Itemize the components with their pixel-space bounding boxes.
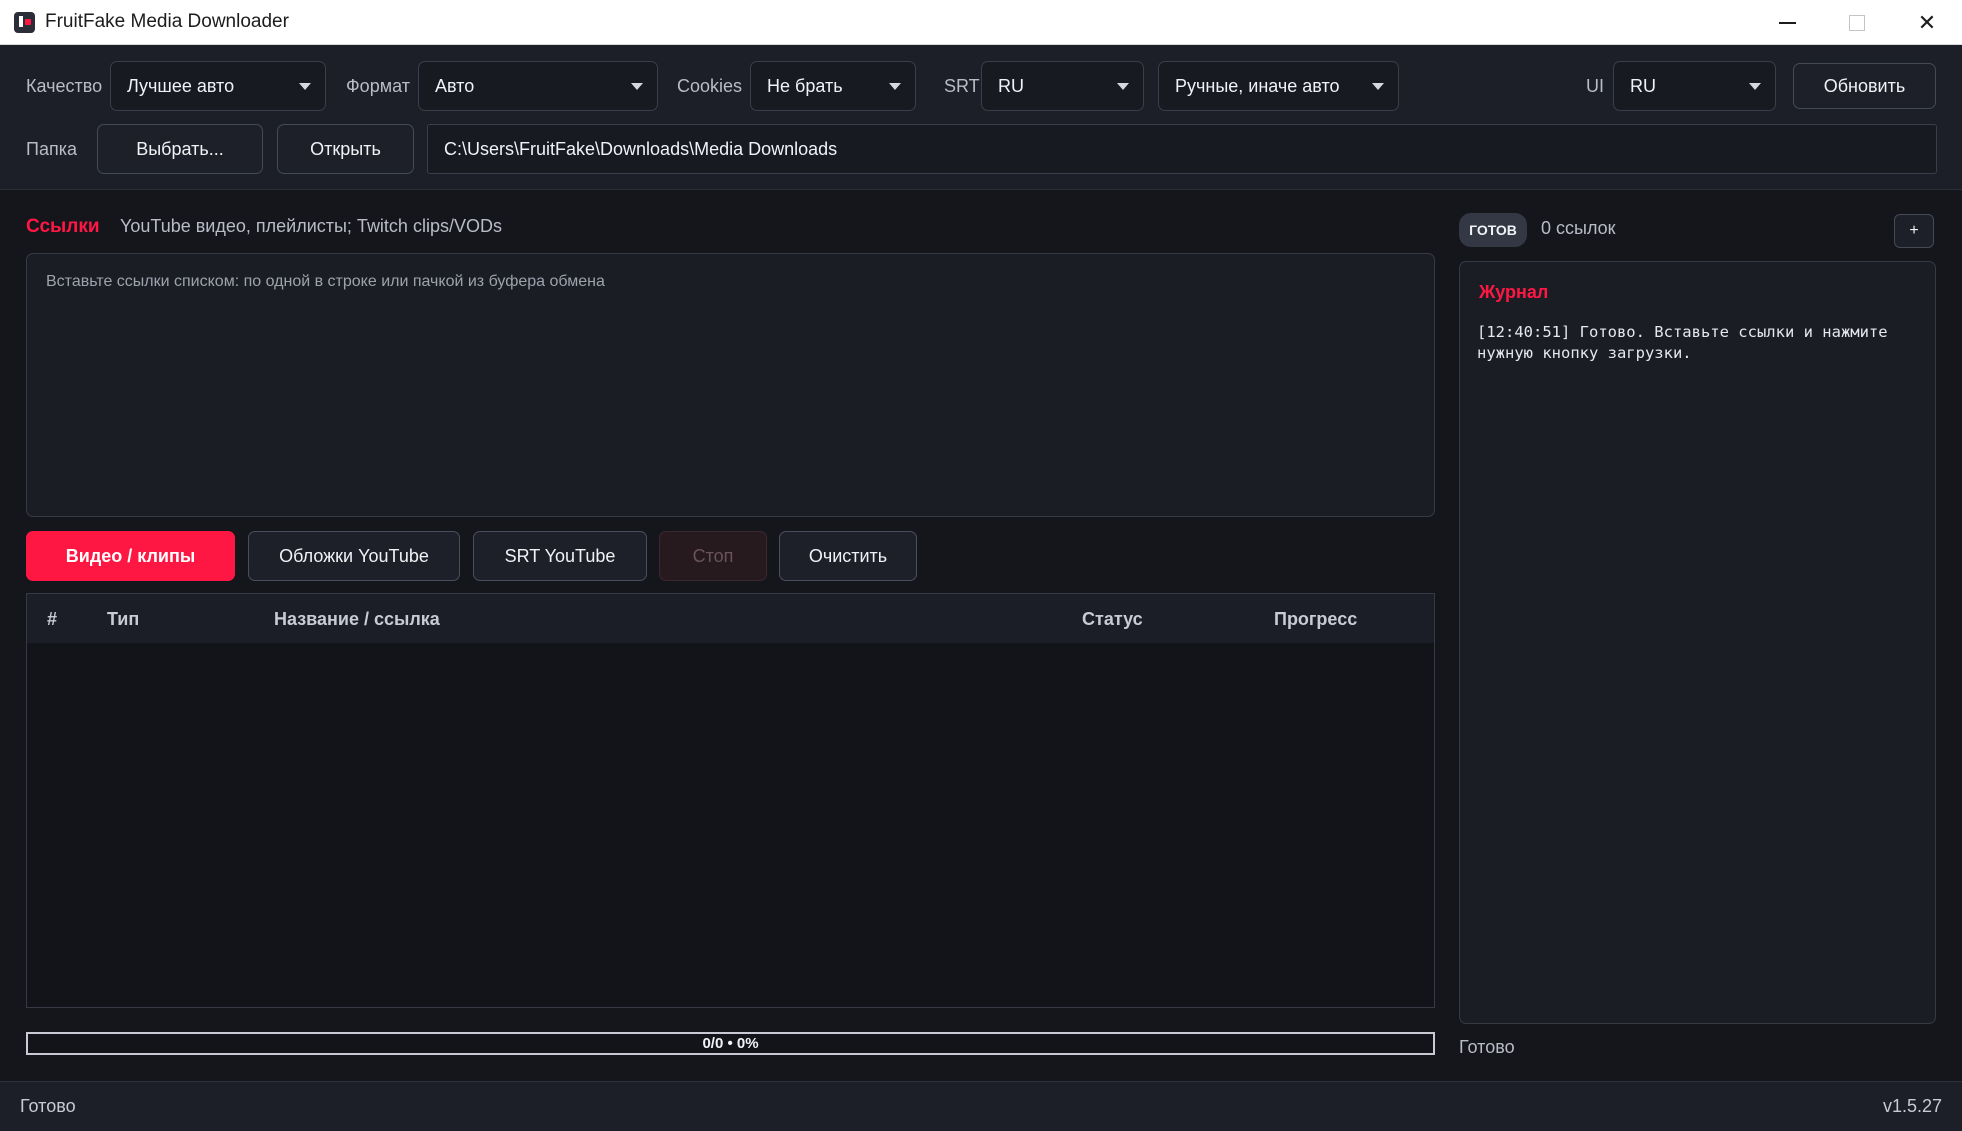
open-folder-button[interactable]: Открыть: [277, 124, 414, 174]
ui-language-value: RU: [1630, 75, 1656, 96]
quality-label: Качество: [26, 76, 103, 96]
column-number[interactable]: #: [47, 609, 57, 630]
downloads-table: # Тип Название / ссылка Статус Прогресс: [26, 593, 1435, 1008]
chevron-down-icon: [1749, 83, 1761, 90]
links-placeholder: Вставьте ссылки списком: по одной в стро…: [46, 273, 605, 290]
srt-youtube-button[interactable]: SRT YouTube: [473, 531, 647, 581]
chevron-down-icon: [1372, 83, 1384, 90]
download-video-button[interactable]: Видео / клипы: [26, 531, 235, 581]
maximize-icon: [1849, 14, 1865, 31]
minimize-icon: [1778, 21, 1796, 24]
youtube-covers-button[interactable]: Обложки YouTube: [248, 531, 460, 581]
app-logo-icon: [14, 12, 35, 33]
close-icon: ✕: [1917, 9, 1937, 35]
stop-button[interactable]: Стоп: [659, 531, 767, 581]
overall-progress-bar: 0/0 • 0%: [26, 1032, 1435, 1055]
srt-label: SRT: [944, 76, 980, 96]
chevron-down-icon: [889, 83, 901, 90]
cookies-select-value: Не брать: [767, 75, 843, 96]
progress-text: 0/0 • 0%: [702, 1035, 759, 1052]
links-textarea[interactable]: Вставьте ссылки списком: по одной в стро…: [26, 253, 1435, 517]
chevron-down-icon: [631, 83, 643, 90]
status-text: Готово: [20, 1096, 76, 1116]
title-bar: FruitFake Media Downloader ✕: [0, 0, 1962, 45]
status-badge: ГОТОВ: [1459, 213, 1527, 247]
side-status-text: Готово: [1459, 1037, 1515, 1057]
folder-label: Папка: [26, 139, 77, 159]
close-button[interactable]: ✕: [1892, 0, 1962, 45]
clear-button[interactable]: Очистить: [779, 531, 917, 581]
srt-language-value: RU: [998, 75, 1024, 96]
srt-language-select[interactable]: RU: [981, 61, 1144, 111]
cookies-select[interactable]: Не брать: [750, 61, 916, 111]
format-select-value: Авто: [435, 75, 475, 96]
ui-language-select[interactable]: RU: [1613, 61, 1776, 111]
ui-label: UI: [1586, 76, 1604, 96]
choose-folder-button[interactable]: Выбрать...: [97, 124, 263, 174]
journal-log: [12:40:51] Готово. Вставьте ссылки и наж…: [1477, 323, 1888, 362]
column-status[interactable]: Статус: [1082, 609, 1143, 630]
links-hint: YouTube видео, плейлисты; Twitch clips/V…: [120, 216, 502, 236]
update-button[interactable]: Обновить: [1793, 63, 1936, 109]
srt-mode-select[interactable]: Ручные, иначе авто: [1158, 61, 1399, 111]
links-count: 0 ссылок: [1541, 218, 1616, 238]
format-select[interactable]: Авто: [418, 61, 658, 111]
add-button[interactable]: +: [1894, 214, 1934, 248]
minimize-button[interactable]: [1752, 0, 1822, 45]
version-label: v1.5.27: [1882, 1096, 1942, 1116]
journal-title: Журнал: [1479, 282, 1549, 302]
status-bar: Готово v1.5.27: [0, 1081, 1962, 1131]
chevron-down-icon: [299, 83, 311, 90]
chevron-down-icon: [1117, 83, 1129, 90]
srt-mode-value: Ручные, иначе авто: [1175, 75, 1340, 96]
column-progress[interactable]: Прогресс: [1274, 609, 1357, 630]
links-title: Ссылки: [26, 216, 100, 237]
maximize-button[interactable]: [1822, 0, 1892, 45]
column-title[interactable]: Название / ссылка: [274, 609, 440, 630]
table-header: # Тип Название / ссылка Статус Прогресс: [27, 594, 1434, 643]
folder-path-field[interactable]: C:\Users\FruitFake\Downloads\Media Downl…: [427, 124, 1937, 174]
quality-select-value: Лучшее авто: [127, 75, 235, 96]
format-label: Формат: [346, 76, 410, 96]
cookies-label: Cookies: [677, 76, 743, 96]
window-title: FruitFake Media Downloader: [45, 11, 289, 32]
column-type[interactable]: Тип: [107, 609, 139, 630]
quality-select[interactable]: Лучшее авто: [110, 61, 326, 111]
journal-panel: Журнал [12:40:51] Готово. Вставьте ссылк…: [1459, 261, 1936, 1024]
